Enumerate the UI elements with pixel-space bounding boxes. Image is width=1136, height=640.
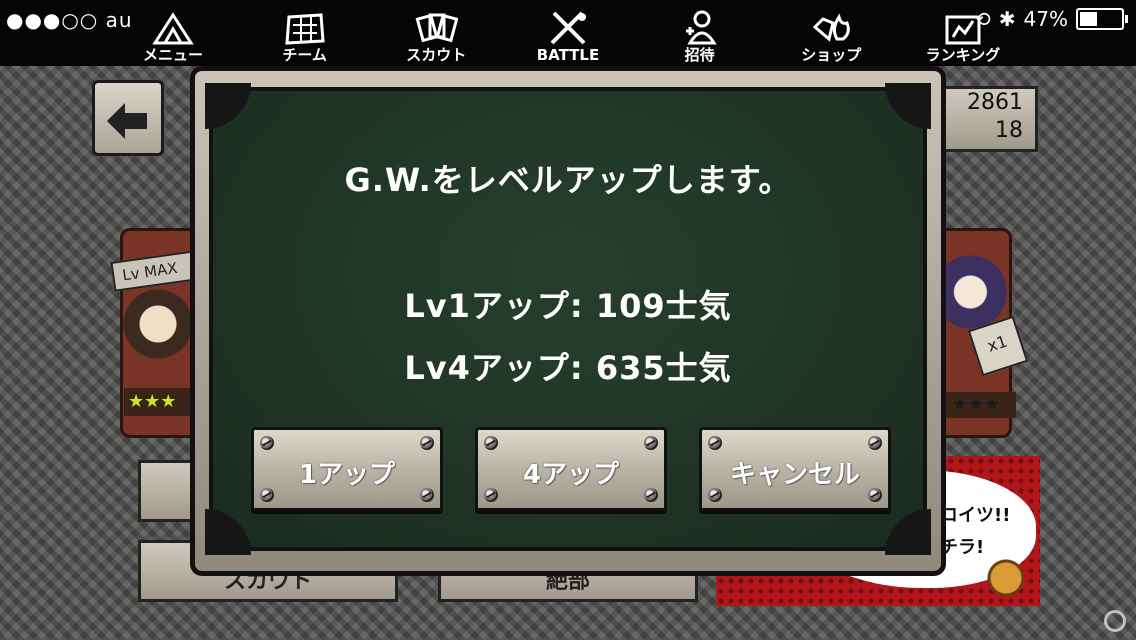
- chalkboard: G.W.をレベルアップします。 Lv1アップ: 109士気 Lv4アップ: 63…: [205, 83, 931, 555]
- cancel-label: キャンセル: [729, 460, 860, 490]
- nav-team[interactable]: チーム: [250, 0, 360, 66]
- gem-fire-icon: [813, 13, 851, 42]
- nav-menu[interactable]: メニュー: [118, 0, 228, 66]
- speech-line-1: コイツ!!: [940, 505, 1011, 526]
- nav-label-team: チーム: [282, 46, 327, 64]
- nav-scout[interactable]: スカウト: [381, 0, 491, 66]
- rarity-stars-right: ★★★: [936, 392, 1016, 418]
- level-up-1-button[interactable]: 1アップ: [251, 427, 443, 511]
- ranking-icon: [945, 15, 981, 45]
- battery-icon: [1076, 8, 1128, 30]
- invite-icon: [685, 10, 717, 45]
- dialog-title: G.W.をレベルアップします。: [344, 161, 792, 199]
- resource-bottom-value: 18: [995, 118, 1023, 143]
- nav-label-ranking: ランキング: [925, 46, 1001, 64]
- cost-line-1up: Lv1アップ: 109士気: [404, 287, 732, 325]
- crossed-weapons-icon: [550, 11, 586, 45]
- bear-mascot-icon: [984, 556, 1028, 596]
- cancel-button[interactable]: キャンセル: [699, 427, 891, 511]
- nav-shop[interactable]: ショップ: [776, 0, 886, 66]
- level-up-1-label: 1アップ: [298, 460, 396, 490]
- nav-label-invite: 招待: [684, 46, 715, 64]
- main-nav: メニュー チーム スカウト BATTLE 招待 ショップ ランキング: [118, 0, 1018, 66]
- resource-panel: 2861 18: [938, 86, 1038, 152]
- nav-label-menu: メニュー: [142, 46, 203, 64]
- tent-icon: [152, 12, 194, 45]
- carrier-signal: ●●●○○ au: [6, 8, 133, 32]
- battery-percent: 47%: [1023, 7, 1068, 31]
- nav-label-shop: ショップ: [801, 46, 862, 64]
- back-button[interactable]: [92, 80, 164, 156]
- battery-fill: [1080, 12, 1097, 26]
- back-arrow-icon: [107, 103, 147, 139]
- nav-battle[interactable]: BATTLE: [513, 0, 623, 66]
- cost-line-4up: Lv4アップ: 635士気: [404, 349, 732, 387]
- nav-invite[interactable]: 招待: [645, 0, 755, 66]
- map-icon: [285, 13, 325, 45]
- nav-label-scout: スカウト: [406, 46, 467, 64]
- nav-ranking[interactable]: ランキング: [908, 0, 1018, 66]
- watermark-icon: [1104, 610, 1126, 632]
- level-up-dialog: G.W.をレベルアップします。 Lv1アップ: 109士気 Lv4アップ: 63…: [190, 66, 946, 576]
- top-bar: ●●●○○ au ⟲ ✱ 47% メニュー チーム スカウト BATTLE 招待: [0, 0, 1136, 66]
- nav-label-battle: BATTLE: [536, 46, 600, 64]
- cards-icon: [415, 13, 459, 43]
- speech-text: コイツ!! チラ!: [940, 500, 1040, 564]
- level-up-4-label: 4アップ: [522, 460, 620, 490]
- side-button-left[interactable]: [138, 460, 198, 522]
- level-up-4-button[interactable]: 4アップ: [475, 427, 667, 511]
- resource-top-value: 2861: [967, 90, 1023, 115]
